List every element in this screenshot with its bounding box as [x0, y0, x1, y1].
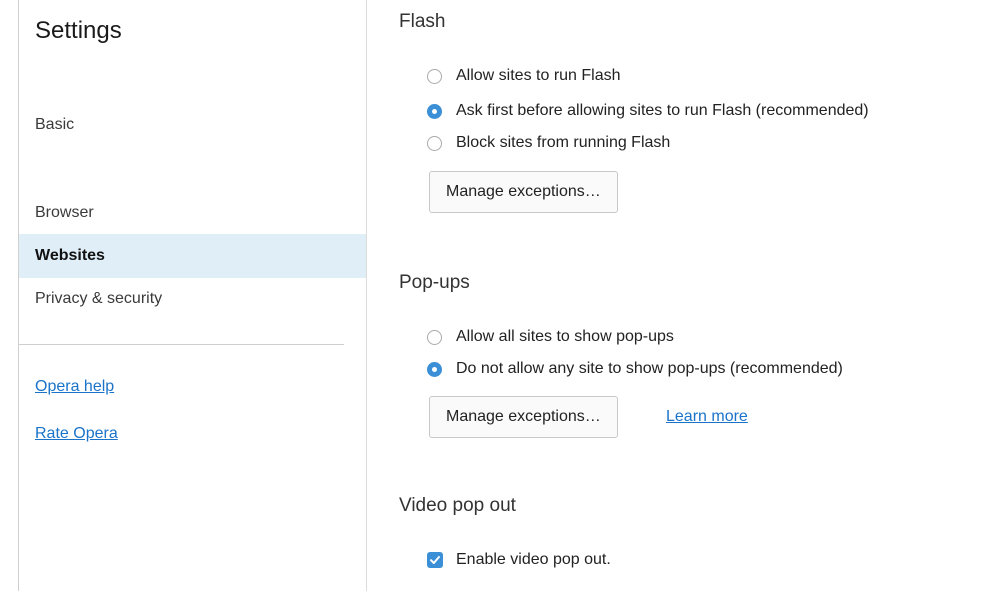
video-popout-label: Enable video pop out.: [456, 551, 611, 568]
radio-unchecked-icon[interactable]: [427, 135, 442, 151]
popups-section-title: Pop-ups: [399, 272, 470, 293]
popups-option-allow-label: Allow all sites to show pop-ups: [456, 328, 674, 345]
sidebar-item-privacy-security[interactable]: Privacy & security: [19, 277, 366, 321]
settings-window: Settings Basic Browser Websites Privacy …: [18, 0, 985, 591]
flash-option-allow-label: Allow sites to run Flash: [456, 67, 621, 84]
flash-option-block-label: Block sites from running Flash: [456, 134, 671, 151]
page-title: Settings: [35, 17, 122, 44]
radio-checked-icon[interactable]: [427, 361, 442, 377]
sidebar-item-browser[interactable]: Browser: [19, 191, 366, 235]
popups-option-block[interactable]: Do not allow any site to show pop-ups (r…: [427, 358, 843, 380]
learn-more-link[interactable]: Learn more: [666, 408, 748, 426]
sidebar-divider: [19, 344, 344, 345]
popups-option-block-label: Do not allow any site to show pop-ups (r…: [456, 360, 843, 377]
radio-unchecked-icon[interactable]: [427, 329, 442, 345]
radio-checked-icon[interactable]: [427, 103, 442, 119]
flash-section-title: Flash: [399, 11, 446, 32]
sidebar: Settings Basic Browser Websites Privacy …: [19, 0, 367, 591]
checkmark-icon: [430, 556, 440, 564]
radio-unchecked-icon[interactable]: [427, 68, 442, 84]
flash-manage-exceptions-button[interactable]: Manage exceptions…: [429, 171, 618, 213]
checkbox-checked-icon[interactable]: [427, 552, 443, 568]
opera-help-link[interactable]: Opera help: [35, 378, 114, 396]
sidebar-item-websites[interactable]: Websites: [19, 234, 366, 278]
flash-option-allow[interactable]: Allow sites to run Flash: [427, 65, 621, 87]
sidebar-item-basic[interactable]: Basic: [19, 103, 366, 147]
popups-manage-exceptions-button[interactable]: Manage exceptions…: [429, 396, 618, 438]
popups-option-allow[interactable]: Allow all sites to show pop-ups: [427, 326, 674, 348]
main-content: Flash Allow sites to run Flash Ask first…: [367, 0, 985, 591]
flash-option-ask-first[interactable]: Ask first before allowing sites to run F…: [427, 100, 869, 122]
video-popout-option[interactable]: Enable video pop out.: [427, 549, 611, 571]
video-popout-section-title: Video pop out: [399, 495, 516, 516]
rate-opera-link[interactable]: Rate Opera: [35, 425, 118, 443]
flash-option-ask-first-label: Ask first before allowing sites to run F…: [456, 102, 869, 119]
flash-option-block[interactable]: Block sites from running Flash: [427, 132, 670, 154]
